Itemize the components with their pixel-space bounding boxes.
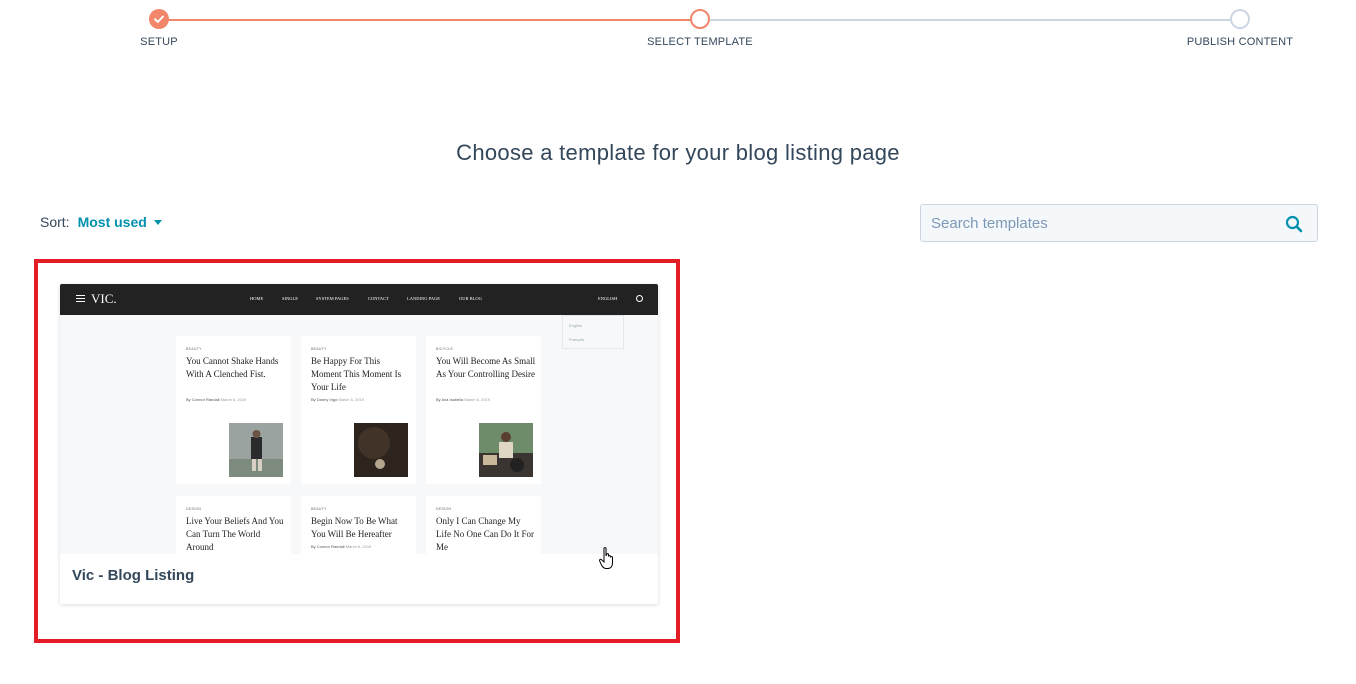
preview-navbar: VIC. HOME SINGLE SYSTEM PAGES CONTACT LA… (60, 284, 658, 315)
post-date: March 6, 2019 (338, 397, 364, 402)
preview-post: BEAUTY Be Happy For This Moment This Mom… (301, 336, 416, 484)
sort-value: Most used (77, 214, 147, 230)
template-name[interactable]: Vic - Blog Listing (72, 567, 194, 584)
progress-stepper: SETUP SELECT TEMPLATE PUBLISH CONTENT (0, 0, 1356, 60)
current-step-icon (690, 9, 710, 29)
preview-menu-item: SINGLE (282, 296, 298, 301)
caret-down-icon (153, 220, 162, 225)
preview-menu-item: SYSTEM PAGES (316, 296, 349, 301)
search-box (920, 204, 1318, 242)
search-input[interactable] (921, 205, 1271, 241)
stepper-line-complete (159, 19, 700, 21)
stepper-line-pending (700, 19, 1240, 21)
post-date: March 6, 2019 (464, 397, 490, 402)
post-title: Begin Now To Be What You Will Be Hereaft… (311, 516, 398, 539)
step-label: PUBLISH CONTENT (1186, 36, 1294, 48)
post-byline: By Ava Isabella March 6, 2019 (436, 397, 490, 402)
step-label: SELECT TEMPLATE (647, 36, 753, 48)
preview-post: DESIGN Live Your Beliefs And You Can Tur… (176, 496, 291, 554)
template-card[interactable]: VIC. HOME SINGLE SYSTEM PAGES CONTACT LA… (60, 284, 658, 604)
post-image (229, 423, 283, 477)
preview-menu-item: OUR BLOG (459, 296, 482, 301)
search-icon (636, 295, 643, 302)
post-byline: By Connor Randall March 6, 2019 (186, 397, 246, 402)
step-select-template[interactable]: SELECT TEMPLATE (620, 9, 780, 48)
preview-menu-item: CONTACT (368, 296, 389, 301)
preview-dropdown-item: Français (569, 337, 585, 342)
step-setup[interactable]: SETUP (79, 9, 239, 48)
preview-logo: VIC. (91, 291, 117, 306)
post-category: BEAUTY (186, 347, 202, 351)
post-date: March 6, 2019 (345, 544, 372, 549)
post-date: March 6, 2019 (220, 397, 247, 402)
search-icon[interactable] (1285, 215, 1303, 238)
post-category: DESIGN (436, 507, 452, 511)
sort-label: Sort: (40, 214, 70, 230)
post-author: By Ava Isabella (436, 397, 464, 402)
post-title: You Will Become As Small As Your Control… (436, 356, 536, 379)
menu-icon (76, 295, 85, 304)
pending-step-icon (1230, 9, 1250, 29)
preview-menu-item: LANDING PAGE (407, 296, 440, 301)
post-title: Only I Can Change My Life No One Can Do … (436, 516, 534, 552)
post-image (479, 423, 533, 477)
post-author: By Danny Ingo (311, 397, 338, 402)
step-label: SETUP (140, 36, 178, 48)
post-category: DESIGN (186, 507, 202, 511)
post-category: BEAUTY (311, 507, 327, 511)
preview-post: BEAUTY You Cannot Shake Hands With A Cle… (176, 336, 291, 484)
post-byline: By Connor Randall March 6, 2019 (311, 544, 371, 549)
post-title: Live Your Beliefs And You Can Turn The W… (186, 516, 284, 552)
preview-post: BEAUTY Begin Now To Be What You Will Be … (301, 496, 416, 554)
post-title: Be Happy For This Moment This Moment Is … (311, 356, 402, 392)
post-image (354, 423, 408, 477)
preview-language: ENGLISH (598, 296, 618, 301)
post-title: You Cannot Shake Hands With A Clenched F… (186, 356, 279, 379)
post-byline: By Danny Ingo March 6, 2019 (311, 397, 364, 402)
hand-cursor-icon (598, 546, 618, 577)
page-title: Choose a template for your blog listing … (456, 140, 900, 165)
preview-post: BICYCLE You Will Become As Small As Your… (426, 336, 541, 484)
preview-language-dropdown: English Français (562, 315, 624, 349)
template-preview[interactable]: VIC. HOME SINGLE SYSTEM PAGES CONTACT LA… (60, 284, 658, 554)
sort-dropdown[interactable]: Most used (78, 214, 162, 230)
post-author: By Connor Randall (311, 544, 345, 549)
post-category: BEAUTY (311, 347, 327, 351)
check-icon (149, 9, 169, 29)
preview-dropdown-item: English (569, 323, 583, 328)
sort-control: Sort: Most used (40, 214, 162, 230)
preview-post: DESIGN Only I Can Change My Life No One … (426, 496, 541, 554)
preview-menu-item: HOME (250, 296, 264, 301)
step-publish-content[interactable]: PUBLISH CONTENT (1160, 9, 1320, 48)
post-category: BICYCLE (436, 347, 454, 351)
post-author: By Connor Randall (186, 397, 220, 402)
